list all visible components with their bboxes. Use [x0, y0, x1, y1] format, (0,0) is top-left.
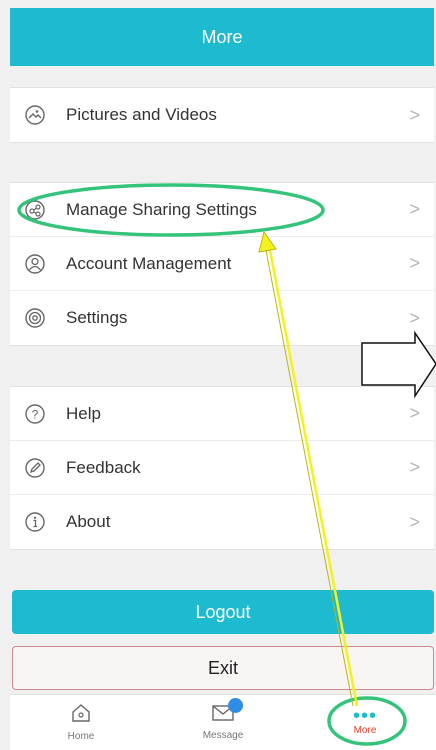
- pictures-icon: [24, 104, 46, 126]
- menu-item-about[interactable]: About >: [10, 495, 434, 549]
- menu-item-label: About: [66, 512, 111, 531]
- chevron-right-icon: >: [409, 403, 420, 423]
- tab-more[interactable]: ••• More: [294, 695, 436, 750]
- menu-item-label: Pictures and Videos: [66, 105, 217, 124]
- message-badge-icon: [228, 698, 243, 713]
- chevron-right-icon: >: [409, 457, 420, 477]
- help-icon: ?: [24, 403, 46, 425]
- about-icon: [24, 511, 46, 533]
- menu-item-manage-sharing[interactable]: Manage Sharing Settings >: [10, 183, 434, 237]
- exit-button[interactable]: Exit: [12, 646, 434, 690]
- home-icon: [70, 703, 92, 728]
- menu-group-account: Manage Sharing Settings > Account Manage…: [10, 182, 434, 346]
- menu-item-feedback[interactable]: Feedback >: [10, 441, 434, 495]
- svg-text:?: ?: [32, 407, 39, 421]
- chevron-right-icon: >: [409, 104, 420, 125]
- menu-item-account-management[interactable]: Account Management >: [10, 237, 434, 291]
- chevron-right-icon: >: [409, 307, 420, 328]
- chevron-right-icon: >: [409, 511, 420, 532]
- share-icon: [24, 199, 46, 221]
- settings-icon: [24, 307, 46, 329]
- menu-group-media: Pictures and Videos >: [10, 87, 434, 143]
- menu-item-settings[interactable]: Settings >: [10, 291, 434, 345]
- menu-item-label: Feedback: [66, 457, 141, 477]
- menu-item-pictures-videos[interactable]: Pictures and Videos >: [10, 88, 434, 142]
- menu-item-label: Help: [66, 403, 101, 423]
- bottom-tab-bar: Home Message ••• More: [10, 694, 436, 750]
- account-icon: [24, 253, 46, 275]
- chevron-right-icon: >: [409, 253, 420, 273]
- chevron-right-icon: >: [409, 199, 420, 219]
- more-dots-icon: •••: [352, 704, 377, 727]
- tab-label: Message: [202, 730, 244, 741]
- tab-label: More: [353, 724, 377, 736]
- tab-label: Home: [67, 731, 95, 742]
- mail-icon: [211, 698, 243, 727]
- menu-group-support: ? Help > Feedback > About >: [10, 386, 434, 550]
- page-title: More: [201, 26, 243, 47]
- menu-item-label: Manage Sharing Settings: [66, 199, 257, 219]
- menu-item-help[interactable]: ? Help >: [10, 387, 434, 441]
- menu-item-label: Account Management: [66, 253, 232, 273]
- feedback-icon: [24, 457, 46, 479]
- logout-button[interactable]: Logout: [12, 590, 434, 634]
- tab-message[interactable]: Message: [152, 695, 294, 750]
- menu-item-label: Settings: [66, 308, 128, 327]
- tab-home[interactable]: Home: [10, 695, 152, 750]
- page-header: More: [10, 8, 434, 66]
